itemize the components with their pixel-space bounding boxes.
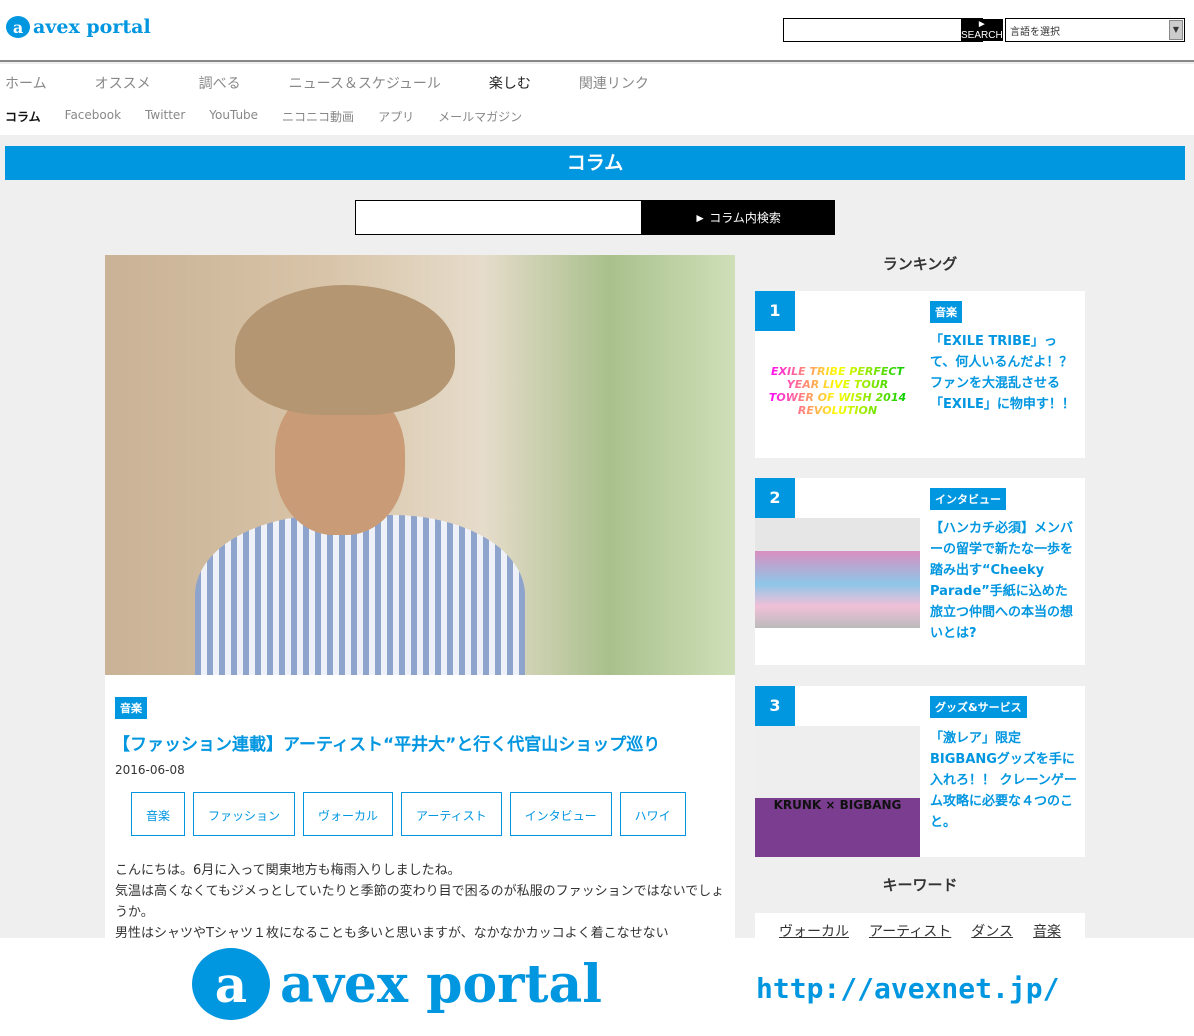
chevron-down-icon: ▼ [1169, 20, 1183, 40]
avex-logo-icon: a [6, 16, 30, 38]
subnav-column[interactable]: コラム [5, 108, 41, 125]
rank-number: 3 [755, 686, 795, 726]
ranking-title-link[interactable]: 「EXILE TRIBE」って、何人いるんだよ！？ ファンを大混乱させる「EXI… [930, 331, 1080, 415]
sub-nav: コラム Facebook Twitter YouTube ニコニコ動画 アプリ … [5, 108, 546, 125]
tag-button[interactable]: ヴォーカル [303, 792, 394, 836]
section-title: コラム [5, 146, 1185, 180]
column-search: ► コラム内検索 [355, 200, 835, 235]
ranking-thumbnail [755, 518, 920, 628]
language-select-value: 言語を選択 [1010, 26, 1060, 38]
column-search-button[interactable]: ► コラム内検索 [641, 201, 834, 234]
article-card: 音楽 【ファッション連載】アーティスト“平井大”と行く代官山ショップ巡り 201… [105, 675, 735, 941]
nav-news[interactable]: ニュース＆スケジュール [289, 73, 441, 93]
hero-shirt [195, 515, 525, 675]
subnav-mailmagazine[interactable]: メールマガジン [438, 108, 522, 125]
avex-logo-icon: a [192, 948, 270, 1020]
ranking-item[interactable]: 3 KRUNK × BIGBANG グッズ&サービス 「激レア」限定BIGBAN… [755, 686, 1085, 857]
article-tags: 音楽 ファッション ヴォーカル アーティスト インタビュー ハワイ [131, 792, 725, 836]
subnav-twitter[interactable]: Twitter [145, 108, 185, 125]
nav-search[interactable]: 調べる [199, 73, 241, 93]
search-button[interactable]: ► SEARCH [961, 19, 1003, 41]
article-category[interactable]: 音楽 [115, 697, 147, 719]
site-logo[interactable]: a avex portal [6, 16, 151, 38]
article-body: こんにちは。6月に入って関東地方も梅雨入りしましたね。 気温は高くなくてもジメっ… [115, 860, 725, 944]
nav-recommend[interactable]: オススメ [95, 73, 151, 93]
logo-text: avex portal [33, 16, 151, 38]
ranking-thumbnail: KRUNK × BIGBANG [755, 726, 920, 857]
subnav-niconico[interactable]: ニコニコ動画 [282, 108, 354, 125]
article-date: 2016-06-08 [115, 763, 185, 777]
footer-banner: a avex portal http://avexnet.jp/ [0, 938, 1194, 1036]
navigation: ホーム オススメ 調べる ニュース＆スケジュール 楽しむ 関連リンク コラム F… [0, 64, 1194, 135]
ranking-thumbnail: EXILE TRIBE PERFECT YEAR LIVE TOUR TOWER… [755, 336, 920, 446]
site-search-input[interactable] [784, 19, 961, 41]
subnav-app[interactable]: アプリ [378, 108, 414, 125]
hero-hat [235, 285, 455, 415]
ranking-title: ランキング [882, 255, 958, 273]
tag-button[interactable]: インタビュー [509, 792, 612, 836]
tag-button[interactable]: 音楽 [131, 792, 186, 836]
ranking-category[interactable]: 音楽 [930, 301, 962, 323]
footer-url: http://avexnet.jp/ [756, 972, 1060, 1005]
thumbnail-logo-text: EXILE TRIBE PERFECT YEAR LIVE TOUR TOWER… [768, 365, 907, 417]
ranking-category[interactable]: グッズ&サービス [930, 696, 1027, 718]
language-select[interactable]: 言語を選択 ▼ [1005, 18, 1185, 42]
body-paragraph: 気温は高くなくてもジメっとしていたりと季節の変わり目で困るのが私服のファッション… [115, 884, 725, 920]
ranking-category[interactable]: インタビュー [930, 488, 1006, 510]
nav-links[interactable]: 関連リンク [579, 73, 649, 93]
site-search: ► SEARCH [783, 18, 1003, 42]
tag-button[interactable]: ハワイ [619, 792, 686, 836]
article-hero-image[interactable] [105, 255, 735, 675]
footer-logo: a avex portal [192, 948, 602, 1020]
keywords-title: キーワード [882, 876, 958, 894]
body-paragraph: こんにちは。6月に入って関東地方も梅雨入りしましたね。 [115, 863, 461, 878]
footer-logo-text: avex portal [280, 953, 603, 1015]
nav-home[interactable]: ホーム [5, 73, 47, 93]
ranking-item[interactable]: 1 EXILE TRIBE PERFECT YEAR LIVE TOUR TOW… [755, 291, 1085, 458]
subnav-facebook[interactable]: Facebook [65, 108, 121, 125]
rank-number: 1 [755, 291, 795, 331]
rank-number: 2 [755, 478, 795, 518]
ranking-title-link[interactable]: 「激レア」限定BIGBANGグッズを手に入れろ！！ クレーンゲーム攻略に必要な４… [930, 728, 1080, 833]
nav-enjoy[interactable]: 楽しむ [489, 73, 531, 93]
main-nav: ホーム オススメ 調べる ニュース＆スケジュール 楽しむ 関連リンク [5, 73, 697, 93]
thumbnail-logo-text: KRUNK × BIGBANG [773, 798, 902, 812]
ranking-item[interactable]: 2 インタビュー 【ハンカチ必須】メンバーの留学で新たな一歩を踏み出す“Chee… [755, 478, 1085, 665]
header: a avex portal ► SEARCH 言語を選択 ▼ [0, 0, 1194, 62]
column-search-input[interactable] [356, 201, 641, 234]
tag-button[interactable]: ファッション [193, 792, 296, 836]
ranking-title-link[interactable]: 【ハンカチ必須】メンバーの留学で新たな一歩を踏み出す“Cheeky Parade… [930, 518, 1080, 644]
subnav-youtube[interactable]: YouTube [209, 108, 258, 125]
article-title[interactable]: 【ファッション連載】アーティスト“平井大”と行く代官山ショップ巡り [113, 730, 725, 755]
tag-button[interactable]: アーティスト [401, 792, 502, 836]
